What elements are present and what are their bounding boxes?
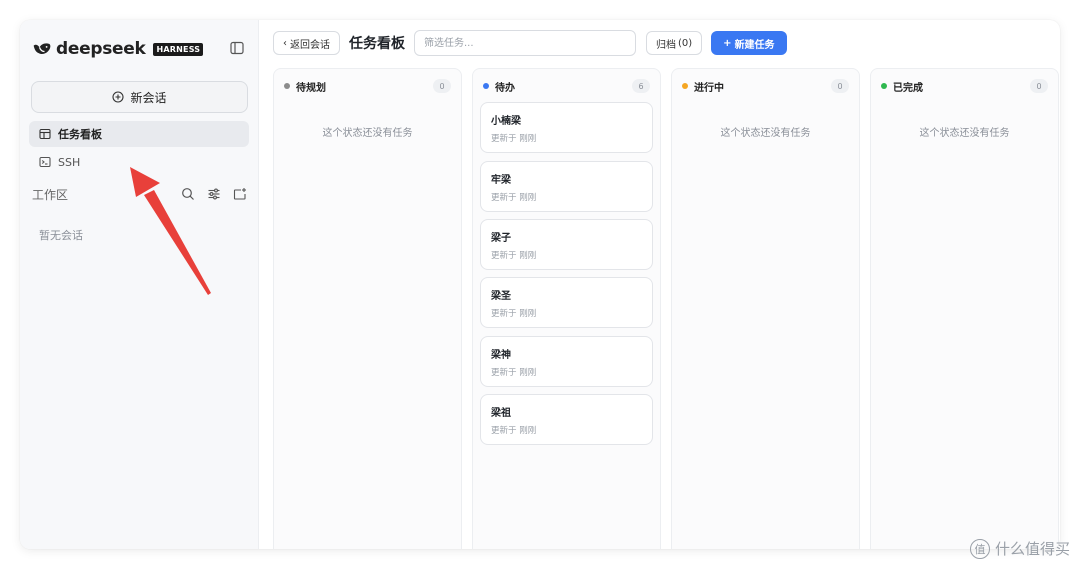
sidebar-item-label: SSH — [58, 155, 81, 169]
status-dot — [682, 83, 688, 89]
column-title: 已完成 — [893, 82, 923, 94]
kanban-board: 待规划 0 这个状态还没有任务 待办 6 小楠梁 更新于 刚刚 牢梁 更新于 刚… — [273, 68, 1060, 549]
task-card[interactable]: 梁子 更新于 刚刚 — [480, 219, 653, 270]
task-card-title: 梁祖 — [491, 408, 511, 419]
task-card-updated: 更新于 刚刚 — [491, 309, 537, 319]
status-dot — [881, 83, 887, 89]
brand: deepseek HARNESS — [32, 38, 204, 60]
app-window: deepseek HARNESS 新会话 任务看板 SSH 工作区 暂无会话 ‹… — [20, 20, 1060, 549]
column-in-progress: 进行中 0 这个状态还没有任务 — [671, 68, 860, 549]
new-task-button[interactable]: + 新建任务 — [711, 31, 787, 55]
status-dot — [483, 83, 489, 89]
task-card-title: 梁神 — [491, 350, 511, 361]
column-planning: 待规划 0 这个状态还没有任务 — [273, 68, 462, 549]
column-title: 进行中 — [694, 82, 724, 94]
filter-input[interactable] — [414, 30, 636, 56]
brand-name: deepseek — [56, 39, 146, 59]
whale-icon — [33, 43, 51, 55]
column-count-badge: 0 — [831, 79, 849, 93]
task-card[interactable]: 梁祖 更新于 刚刚 — [480, 394, 653, 445]
plus-icon: + — [723, 37, 732, 49]
status-dot — [284, 83, 290, 89]
column-empty-text: 这个状态还没有任务 — [919, 128, 1010, 139]
task-card-title: 梁子 — [491, 233, 511, 244]
column-header: 待办 6 — [483, 78, 650, 94]
annotation-arrow — [130, 167, 211, 295]
column-title: 待规划 — [296, 82, 326, 94]
board-toolbar: ‹ 返回会话 任务看板 归档 (0) + 新建任务 — [273, 30, 787, 56]
task-card-updated: 更新于 刚刚 — [491, 193, 537, 203]
archive-count: (0) — [678, 37, 693, 49]
column-count-badge: 0 — [433, 79, 451, 93]
archive-label: 归档 — [656, 39, 676, 51]
new-task-label: 新建任务 — [734, 39, 775, 51]
plus-circle-icon — [112, 91, 125, 103]
column-empty-text: 这个状态还没有任务 — [720, 128, 811, 139]
task-card-title: 梁圣 — [491, 291, 511, 302]
archive-button[interactable]: 归档 (0) — [646, 31, 703, 55]
column-empty-text: 这个状态还没有任务 — [322, 128, 413, 139]
watermark-text: 什么值得买 — [994, 540, 1070, 558]
new-chat-label: 新会话 — [130, 90, 167, 105]
column-header: 进行中 0 — [682, 78, 849, 94]
task-card-updated: 更新于 刚刚 — [491, 426, 537, 436]
watermark: 值 什么值得买 — [969, 538, 1070, 559]
column-header: 待规划 0 — [284, 78, 451, 94]
task-card-updated: 更新于 刚刚 — [491, 134, 537, 144]
task-card[interactable]: 牢梁 更新于 刚刚 — [480, 161, 653, 212]
task-card-updated: 更新于 刚刚 — [491, 368, 537, 378]
column-done: 已完成 0 这个状态还没有任务 — [870, 68, 1059, 549]
page-title: 任务看板 — [349, 36, 405, 52]
task-card-title: 牢梁 — [491, 175, 511, 186]
chevron-left-icon: ‹ — [283, 37, 287, 49]
empty-sessions-text: 暂无会话 — [39, 229, 83, 242]
watermark-logo: 值 — [969, 538, 990, 559]
task-card[interactable]: 梁神 更新于 刚刚 — [480, 336, 653, 387]
task-card[interactable]: 小楠梁 更新于 刚刚 — [480, 102, 653, 153]
column-todo: 待办 6 小楠梁 更新于 刚刚 牢梁 更新于 刚刚 梁子 更新于 刚刚 梁圣 更… — [472, 68, 661, 549]
sidebar-item-task-board[interactable]: 任务看板 — [29, 121, 249, 147]
back-label: 返回会话 — [290, 39, 330, 51]
new-chat-button[interactable]: 新会话 — [31, 81, 248, 113]
brand-badge: HARNESS — [153, 42, 204, 56]
back-to-chat-button[interactable]: ‹ 返回会话 — [273, 31, 340, 55]
task-card-title: 小楠梁 — [491, 116, 521, 127]
column-title: 待办 — [495, 82, 515, 94]
column-count-badge: 0 — [1030, 79, 1048, 93]
task-card-updated: 更新于 刚刚 — [491, 251, 537, 261]
new-folder-icon[interactable] — [233, 187, 247, 201]
column-header: 已完成 0 — [881, 78, 1048, 94]
board-icon — [39, 128, 51, 140]
task-card[interactable]: 梁圣 更新于 刚刚 — [480, 277, 653, 328]
sidebar-toggle-icon[interactable] — [230, 41, 244, 55]
terminal-icon — [39, 156, 51, 168]
sidebar-item-label: 任务看板 — [58, 128, 102, 141]
column-count-badge: 6 — [632, 79, 650, 93]
